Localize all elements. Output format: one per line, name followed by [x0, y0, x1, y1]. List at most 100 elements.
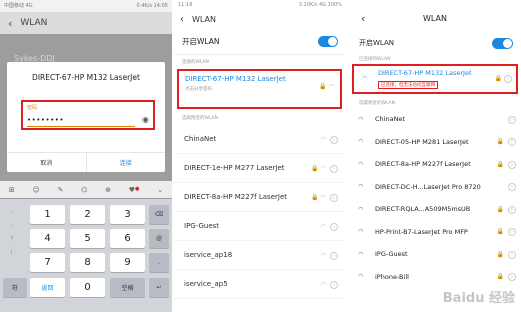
page-title: WLAN: [422, 13, 447, 23]
enter-key[interactable]: ↵: [149, 278, 169, 297]
handwriting-icon[interactable]: ✎: [58, 186, 64, 194]
side-symbol-keys: ， 。 ？ ！: [0, 207, 26, 263]
key-0[interactable]: 0: [70, 278, 105, 297]
status-bar: 11:18 3.20K/s 4G 100%: [174, 0, 346, 9]
network-name: iPhone-Bill: [375, 272, 409, 281]
cursor-move-icon[interactable]: ⌬: [81, 186, 87, 194]
side-key[interactable]: ，: [10, 207, 15, 221]
space-key[interactable]: 空格: [110, 278, 145, 297]
network-item[interactable]: ◠ IPG-Guest 🔒 ›: [349, 243, 521, 266]
wifi-icon: ◠: [358, 273, 364, 281]
network-item[interactable]: ◠ DIRECT-RQLA...A509M5msUB 🔒 ›: [349, 198, 521, 221]
network-name: iservice_ap5: [184, 280, 228, 288]
back-icon[interactable]: ‹: [8, 17, 12, 30]
network-name: DIRECT-05-HP M281 LaserJet: [375, 137, 469, 146]
network-name: iservice_ap18: [184, 251, 233, 259]
lock-icon: 🔒 ›: [497, 273, 516, 282]
key-8[interactable]: 8: [70, 253, 105, 272]
clipboard-icon[interactable]: ⊕: [105, 186, 111, 194]
wlan-toggle-label: 开启WLAN: [359, 39, 395, 47]
collapse-keyboard-icon[interactable]: ⌄: [157, 186, 163, 194]
network-item[interactable]: ◠ iPhone-Bill 🔒 ›: [349, 266, 521, 289]
wlan-header: ‹ WLAN: [174, 9, 346, 29]
lock-icon: 🔒 ›: [495, 75, 512, 83]
side-key[interactable]: ！: [10, 249, 15, 263]
emoji-icon[interactable]: ☺: [33, 186, 40, 194]
key-7[interactable]: 7: [30, 253, 65, 272]
status-bar: 中国移动 4G 0.4K/s 14:05: [0, 0, 172, 11]
wlan-toggle-row: 开启WLAN: [174, 29, 346, 55]
lock-icon: 🔒 ›: [497, 160, 516, 169]
network-name: DIRECT-DC-H...LaserJet Pro 8720: [375, 182, 481, 191]
network-name: DIRECT-8a-HP M227f LaserJet: [184, 193, 287, 201]
back-icon[interactable]: ‹: [180, 14, 184, 25]
baidu-watermark: Baidu 经验: [442, 291, 515, 306]
network-name: HP-Print-B7-LaserJet Pro MFP: [375, 227, 468, 236]
wlan-toggle-row: 开启WLAN: [349, 36, 521, 50]
return-key[interactable]: 返回: [30, 278, 65, 297]
cancel-button[interactable]: 取消: [7, 153, 86, 172]
dot-key[interactable]: .: [149, 253, 169, 272]
lock-icon: 🔒 ›: [497, 138, 516, 147]
wifi-icon: ◠: [358, 183, 364, 191]
dialog-buttons: 取消 连接: [7, 152, 165, 172]
connected-section-label: 连接的WLAN: [182, 60, 210, 65]
other-section-label: 选取附近的WLAN: [359, 101, 396, 106]
network-item[interactable]: ◠ DIRECT-05-HP M281 LaserJet 🔒 ›: [349, 131, 521, 154]
side-key[interactable]: 。: [10, 221, 15, 235]
wifi-icon: ◠: [358, 250, 364, 258]
at-key[interactable]: @: [149, 229, 169, 248]
show-password-icon[interactable]: ◉: [142, 115, 149, 124]
side-key[interactable]: ？: [10, 235, 15, 249]
wlan-connected-screen: 11:18 3.20K/s 4G 100% ‹ WLAN 开启WLAN 连接的W…: [174, 0, 346, 312]
connected-network-highlight[interactable]: ◠ DIRECT-67-HP M132 LaserJet 已连接，但无法访问互联…: [352, 64, 518, 94]
key-4[interactable]: 4: [30, 229, 65, 248]
wlan-header: ‹ WLAN: [0, 12, 172, 34]
numeric-keyboard: ， 。 ？ ！ 1 2 3 ⌫ 4 5 6 @ 7 8 9 . 符 返回 0 空…: [0, 199, 172, 312]
key-9[interactable]: 9: [110, 253, 145, 272]
other-section-label: 选取附近的WLAN: [182, 116, 219, 121]
connected-network-highlight[interactable]: DIRECT-67-HP M132 LaserJet 点击分享密码 🔒 ◠: [177, 69, 342, 109]
network-item[interactable]: DIRECT-8a-HP M227f LaserJet 🔒 ◠ ›: [174, 183, 346, 212]
skin-icon[interactable]: ♥●: [129, 186, 140, 194]
network-name: IPG-Guest: [184, 222, 220, 230]
connect-button[interactable]: 连接: [85, 153, 166, 172]
wlan-toggle-switch[interactable]: [492, 37, 513, 49]
network-item[interactable]: ◠ HP-Print-B7-LaserJet Pro MFP 🔒 ›: [349, 221, 521, 244]
network-item[interactable]: iservice_ap18 ◠ ›: [174, 241, 346, 270]
connected-ssid: DIRECT-67-HP M132 LaserJet: [378, 69, 472, 77]
network-item[interactable]: ◠ ChinaNet ›: [349, 108, 521, 131]
wlan-toggle-switch[interactable]: [318, 36, 338, 47]
network-item[interactable]: ◠ DIRECT-8a-HP M227f LaserJet 🔒 ›: [349, 153, 521, 176]
connected-section-label: 已连接的WLAN: [359, 57, 391, 62]
key-3[interactable]: 3: [110, 205, 145, 224]
page-title: WLAN: [20, 18, 48, 28]
key-1[interactable]: 1: [30, 205, 65, 224]
network-item[interactable]: iservice_ap5 ◠ ›: [174, 270, 346, 299]
network-item[interactable]: ◠ DIRECT-DC-H...LaserJet Pro 8720 ›: [349, 176, 521, 199]
connected-ssid: DIRECT-67-HP M132 LaserJet: [185, 75, 286, 83]
detail-chevron-icon[interactable]: ›: [504, 183, 516, 192]
wifi-icon: ◠ ›: [321, 135, 338, 144]
wlan-toggle-label: 开启WLAN: [182, 37, 220, 46]
key-5[interactable]: 5: [70, 229, 105, 248]
network-item[interactable]: ChinaNet ◠ ›: [174, 125, 346, 154]
connection-warning: 已连接，但无法访问互联网: [378, 81, 438, 89]
key-6[interactable]: 6: [110, 229, 145, 248]
input-underline: [27, 126, 135, 127]
wifi-icon: ◠ ›: [321, 222, 338, 231]
back-icon[interactable]: ‹: [361, 12, 365, 25]
key-2[interactable]: 2: [70, 205, 105, 224]
keyboard-grid-icon[interactable]: ⊞: [9, 186, 15, 194]
network-item[interactable]: DIRECT-1e-HP M277 LaserJet 🔒 ◠ ›: [174, 154, 346, 183]
network-item[interactable]: IPG-Guest ◠ ›: [174, 212, 346, 241]
password-dialog-screen: 中国移动 4G 0.4K/s 14:05 ‹ WLAN Sykes-DDJ DI…: [0, 0, 172, 312]
delete-key[interactable]: ⌫: [149, 205, 169, 224]
password-input[interactable]: ••••••••: [27, 116, 64, 124]
dialog-title: DIRECT-67-HP M132 LaserJet: [32, 73, 140, 82]
symbols-key[interactable]: 符: [3, 278, 27, 297]
status-left: 中国移动 4G: [4, 3, 33, 9]
detail-chevron-icon[interactable]: ›: [504, 115, 516, 124]
wifi-icon: ◠: [358, 115, 364, 123]
lock-wifi-icon: 🔒 ◠ ›: [311, 164, 338, 173]
